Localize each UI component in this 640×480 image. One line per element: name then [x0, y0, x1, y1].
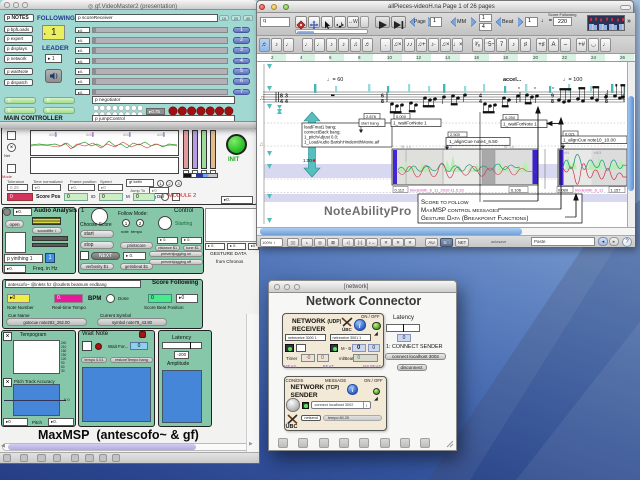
svg-text:v: v — [518, 85, 520, 90]
svg-text:0.089: 0.089 — [558, 187, 569, 192]
svg-text:♫: ♫ — [259, 95, 264, 102]
svg-text:1_alignCue note4_6.50: 1_alignCue note4_6.50 — [449, 139, 498, 144]
svg-text:1_waitForNote 1: 1_waitForNote 1 — [393, 121, 427, 126]
svg-text:hindemith_6_11_2010-11.5.33: hindemith_6_11_2010-11.5.33 — [410, 187, 464, 192]
svg-text:2.500: 2.500 — [450, 132, 461, 137]
svg-text:v: v — [552, 85, 554, 90]
svg-text:1.157: 1.157 — [611, 187, 622, 192]
svg-text:1:00: 1:00 — [303, 158, 312, 163]
svg-text:♩= 60: ♩= 60 — [327, 77, 343, 83]
svg-text:hindemith_6_11: hindemith_6_11 — [575, 187, 604, 192]
svg-text:start bang: start bang — [361, 121, 379, 126]
svg-text:2.876: 2.876 — [366, 114, 377, 119]
svg-text:SCORE TO FOLLOW: SCORE TO FOLLOW — [421, 199, 469, 206]
svg-text:94_1.5: 94_1.5 — [401, 145, 411, 149]
svg-text:8: 8 — [551, 99, 554, 105]
svg-text:accel...: accel... — [503, 77, 522, 83]
svg-text:1_LoadAudio BarishHindemithMov: 1_LoadAudio BarishHindemithMovie.aif — [304, 140, 380, 145]
svg-text:♫: ♫ — [259, 142, 264, 148]
svg-text:MAXMSP CONTROL MESSAGES: MAXMSP CONTROL MESSAGES — [421, 207, 499, 214]
svg-text:0.000: 0.000 — [396, 114, 407, 119]
svg-text:4: 4 — [479, 99, 482, 105]
svg-text:0.112: 0.112 — [395, 187, 405, 192]
svg-text:4: 4 — [285, 99, 288, 105]
svg-text:1_alignCue note10_10.00: 1_alignCue note10_10.00 — [563, 138, 616, 143]
svg-text:8: 8 — [605, 99, 608, 105]
svg-text:NoteAbilityPro: NoteAbilityPro — [324, 204, 412, 218]
svg-text:♩= 100: ♩= 100 — [563, 77, 582, 83]
svg-text:4: 4 — [280, 99, 283, 105]
svg-text:x91: x91 — [564, 151, 569, 155]
svg-text:n003: n003 — [594, 151, 601, 155]
svg-text:0.250: 0.250 — [505, 115, 516, 120]
svg-text:GESTURE DATA (BREAKPOINT FUNCT: GESTURE DATA (BREAKPOINT FUNCTIONS) — [421, 215, 528, 222]
svg-text:8: 8 — [381, 99, 384, 105]
svg-text:v: v — [534, 85, 536, 90]
svg-text:6.106: 6.106 — [511, 187, 522, 192]
svg-text:1_waitForNote 1: 1_waitForNote 1 — [503, 122, 537, 127]
